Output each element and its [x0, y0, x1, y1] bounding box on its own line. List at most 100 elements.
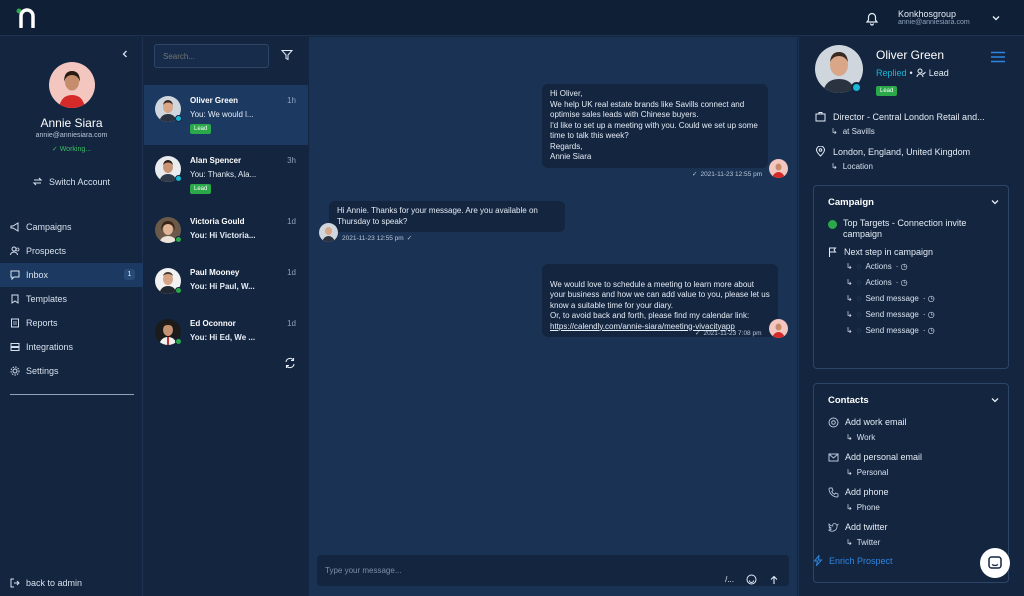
search-input[interactable] — [154, 44, 269, 68]
switch-account-button[interactable]: Switch Account — [32, 176, 110, 187]
nav-menu: Campaigns Prospects Inbox 1 Templates Re… — [0, 215, 143, 383]
campaign-panel-title: Campaign — [828, 197, 874, 208]
filter-icon[interactable] — [281, 49, 293, 61]
add-work-email-button[interactable]: Add work email — [828, 417, 907, 428]
user-email: annie@anniesiara.com — [35, 132, 108, 139]
step-label: Actions — [865, 262, 892, 271]
enrich-prospect-label: Enrich Prospect — [829, 555, 893, 566]
campaign-panel: Campaign Top Targets - Connection invite… — [813, 185, 1009, 369]
layers-icon — [10, 343, 20, 351]
account-name[interactable]: Konkhosgroup — [898, 9, 956, 19]
user-check-icon — [916, 68, 926, 78]
sidebar-item-templates[interactable]: Templates — [0, 287, 143, 311]
sidebar-item-label: Campaigns — [26, 222, 72, 232]
step-label: Send message — [865, 294, 919, 303]
prospect-title: Director - Central London Retail and... — [833, 111, 985, 122]
sidebar-item-inbox[interactable]: Inbox 1 — [0, 263, 143, 287]
online-status-dot — [175, 115, 182, 122]
campaign-step: ↳ ◌ Actions · ◷ — [846, 262, 908, 271]
message-meta: ✓ 2021-11-23 7:08 pm — [695, 329, 762, 338]
online-status-dot — [175, 338, 182, 345]
sidebar-item-reports[interactable]: Reports — [0, 311, 143, 335]
separator-dot: • — [909, 68, 913, 78]
active-status-dot — [828, 220, 837, 229]
message-icon: ◌ — [856, 294, 862, 303]
conversation-preview: You: Hi Paul, W... — [190, 282, 255, 291]
sidebar-item-label: Settings — [26, 366, 59, 376]
chevron-down-icon[interactable] — [990, 12, 1002, 24]
sidebar-item-integrations[interactable]: Integrations — [0, 335, 143, 359]
lead-tag: Lead — [190, 124, 212, 134]
lightning-icon — [813, 555, 823, 566]
user-status-text: Working... — [59, 146, 92, 153]
sub-arrow-icon: ↳ — [846, 503, 853, 512]
message-time: 2021-11-23 12:55 pm — [700, 170, 763, 178]
template-shortcut-button[interactable]: /... — [725, 564, 734, 595]
contact-sub-label: Twitter — [856, 538, 881, 547]
mail-icon — [828, 453, 839, 462]
avatar[interactable] — [49, 62, 95, 108]
refresh-icon[interactable] — [284, 357, 296, 369]
conversation-item[interactable]: Alan Spencer 3h You: Thanks, Ala... Lead — [144, 145, 308, 205]
chevron-down-icon[interactable] — [990, 197, 1000, 207]
bell-icon[interactable] — [864, 10, 880, 26]
message-meta: 2021-11-23 12:55 pm ✓ — [342, 234, 412, 243]
campaign-step: ↳ ◌ Send message · ◷ — [846, 326, 935, 335]
app-logo[interactable] — [16, 8, 38, 28]
sidebar-item-label: Inbox — [26, 270, 49, 280]
sidebar-item-campaigns[interactable]: Campaigns — [0, 215, 143, 239]
replied-status: Replied — [876, 68, 907, 78]
send-arrow-icon[interactable] — [769, 575, 779, 585]
sidebar-item-settings[interactable]: Settings — [0, 359, 143, 383]
next-step-label: Next step in campaign — [844, 247, 934, 257]
sub-arrow-icon: ↳ — [831, 162, 838, 171]
double-check-icon: ✓ — [695, 330, 701, 337]
sub-arrow-icon: ↳ — [846, 278, 853, 287]
message-input[interactable]: Type your message... /... — [317, 555, 789, 586]
step-label: Send message — [865, 310, 919, 319]
avatar — [769, 319, 788, 338]
enrich-prospect-button[interactable]: Enrich Prospect — [813, 555, 893, 566]
chevron-left-icon[interactable] — [120, 49, 130, 59]
double-check-icon: ✓ — [692, 171, 698, 178]
contact-sub-row: ↳ Work — [846, 433, 875, 442]
location-pin-icon — [815, 146, 826, 157]
menu-icon[interactable] — [990, 51, 1006, 63]
phone-icon — [828, 487, 839, 498]
at-icon — [828, 417, 839, 428]
add-personal-email-button[interactable]: Add personal email — [828, 452, 922, 463]
support-chat-button[interactable] — [980, 548, 1010, 578]
sidebar-item-label: Reports — [26, 318, 58, 328]
outgoing-message: Hi Oliver, We help UK real estate brands… — [542, 84, 768, 168]
clock-icon: · ◷ — [922, 310, 935, 319]
location-label-row: ↳ Location — [831, 162, 873, 171]
sub-arrow-icon: ↳ — [846, 262, 853, 271]
prospect-name: Oliver Green — [876, 48, 945, 62]
sub-arrow-icon: ↳ — [846, 294, 853, 303]
divider — [10, 394, 134, 395]
avatar — [769, 159, 788, 178]
add-phone-button[interactable]: Add phone — [828, 487, 889, 498]
step-label: Send message — [865, 326, 919, 335]
chevron-down-icon[interactable] — [990, 395, 1000, 405]
clock-icon: · ◷ — [922, 294, 935, 303]
back-to-admin-link[interactable]: back to admin — [10, 578, 82, 588]
user-name: Annie Siara — [40, 116, 103, 130]
conversation-item[interactable]: Oliver Green 1h You: We would l... Lead — [144, 85, 308, 145]
campaign-name-row[interactable]: Top Targets - Connection invite campaign — [828, 218, 998, 240]
incoming-message: Hi Annie. Thanks for your message. Are y… — [329, 201, 565, 232]
clock-icon: · ◷ — [895, 262, 908, 271]
emoji-icon[interactable] — [746, 574, 757, 585]
contact-label: Add twitter — [845, 522, 888, 532]
sidebar-item-prospects[interactable]: Prospects — [0, 239, 143, 263]
contact-sub-label: Personal — [856, 468, 889, 477]
conversation-time: 3h — [287, 156, 296, 165]
conversation-name: Alan Spencer — [190, 156, 242, 165]
sidebar-item-label: Templates — [26, 294, 68, 304]
prospect-company-row: ↳ at Savills — [831, 127, 875, 136]
campaign-step: ↳ ◌ Send message · ◷ — [846, 310, 935, 319]
contact-label: Add personal email — [845, 452, 923, 462]
sub-arrow-icon: ↳ — [846, 310, 853, 319]
add-twitter-button[interactable]: Add twitter — [828, 522, 888, 533]
conversation-time: 1h — [287, 96, 296, 105]
